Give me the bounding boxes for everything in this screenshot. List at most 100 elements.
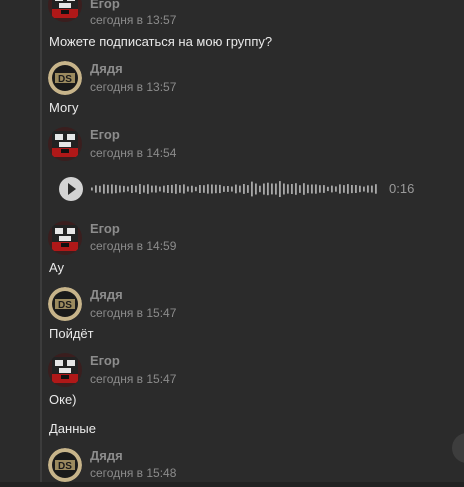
waveform-bar [91,187,93,191]
waveform-bar [243,184,245,194]
chat-view: Егор сегодня в 13:57 Можете подписаться … [0,0,464,487]
message-author[interactable]: Егор [90,353,120,369]
voice-message: 0:16 [59,176,419,202]
bottom-strip [0,482,464,487]
egor-avatar-icon [48,353,82,387]
waveform-bar [199,185,201,193]
avatar[interactable] [48,127,82,161]
avatar[interactable] [48,0,82,22]
waveform-bar [291,184,293,194]
message-author[interactable]: Егор [90,0,120,12]
message-text: Данные [49,421,96,436]
waveform-bar [139,184,141,194]
waveform-bar [215,184,217,194]
waveform-bar [319,185,321,193]
message-time: сегодня в 15:48 [90,466,177,480]
dyadya-avatar-icon: DS [48,287,82,321]
avatar[interactable] [48,221,82,255]
avatar[interactable] [48,353,82,387]
waveform-bar [135,185,137,193]
message-text: Пойдёт [49,326,94,341]
waveform-bar [219,184,221,194]
waveform-bar [239,185,241,193]
waveform-bar [143,185,145,193]
left-rail [0,0,42,482]
waveform-bar [99,185,101,193]
waveform-bar [247,185,249,193]
waveform-bar [179,185,181,193]
waveform-bar [267,182,269,196]
dyadya-avatar-icon: DS [48,448,82,482]
waveform-bar [203,185,205,193]
waveform-bar [231,186,233,192]
play-icon[interactable] [59,177,83,201]
waveform-bar [311,184,313,194]
waveform-bar [307,184,309,194]
voice-duration: 0:16 [389,181,415,196]
egor-avatar-icon [48,221,82,255]
waveform-bar [323,185,325,193]
message-time: сегодня в 14:59 [90,239,177,253]
message-author[interactable]: Егор [90,127,120,143]
waveform-bar [327,186,329,192]
waveform-bar [347,184,349,194]
waveform-bar [371,185,373,193]
waveform-bar [359,185,361,193]
waveform-bar [279,181,281,197]
egor-avatar-icon [48,0,82,22]
waveform-bar [183,184,185,194]
waveform-bar [115,184,117,194]
waveform-bar [335,186,337,192]
avatar[interactable]: DS [48,61,82,95]
waveform-bar [227,186,229,192]
waveform-bar [127,186,129,192]
message-author[interactable]: Егор [90,221,120,237]
svg-text:DS: DS [58,461,72,472]
waveform-bar [271,183,273,195]
waveform-bar [299,185,301,193]
dyadya-avatar-icon: DS [48,61,82,95]
waveform-bar [223,186,225,192]
waveform-bar [355,185,357,193]
waveform-bar [259,185,261,193]
waveform-bar [275,183,277,195]
message-time: сегодня в 13:57 [90,13,177,27]
waveform-bar [171,184,173,194]
waveform-bar [211,184,213,194]
waveform-icon[interactable] [91,176,379,202]
waveform-bar [351,185,353,194]
scroll-down-icon[interactable] [452,433,464,463]
waveform-bar [339,184,341,194]
svg-text:DS: DS [58,300,72,311]
message-time: сегодня в 15:47 [90,372,177,386]
message-time: сегодня в 15:47 [90,306,177,320]
waveform-bar [367,185,369,193]
waveform-bar [147,184,149,194]
message-author[interactable]: Дядя [90,287,123,303]
waveform-bar [235,184,237,194]
waveform-bar [287,184,289,194]
message-author[interactable]: Дядя [90,448,123,464]
waveform-bar [363,186,365,192]
svg-text:DS: DS [58,74,72,85]
avatar[interactable]: DS [48,448,82,482]
waveform-bar [255,183,257,195]
waveform-bar [187,186,189,192]
waveform-bar [123,185,125,193]
message-author[interactable]: Дядя [90,61,123,77]
message-time: сегодня в 13:57 [90,80,177,94]
waveform-bar [251,181,253,197]
waveform-bar [119,185,121,193]
waveform-bar [295,183,297,195]
message-time: сегодня в 14:54 [90,146,177,160]
waveform-bar [195,186,197,192]
waveform-bar [167,185,169,193]
waveform-bar [207,184,209,194]
waveform-bar [191,185,193,193]
waveform-bar [103,184,105,194]
waveform-bar [95,185,97,193]
waveform-bar [315,184,317,194]
waveform-bar [131,185,133,193]
waveform-bar [283,183,285,195]
avatar[interactable]: DS [48,287,82,321]
